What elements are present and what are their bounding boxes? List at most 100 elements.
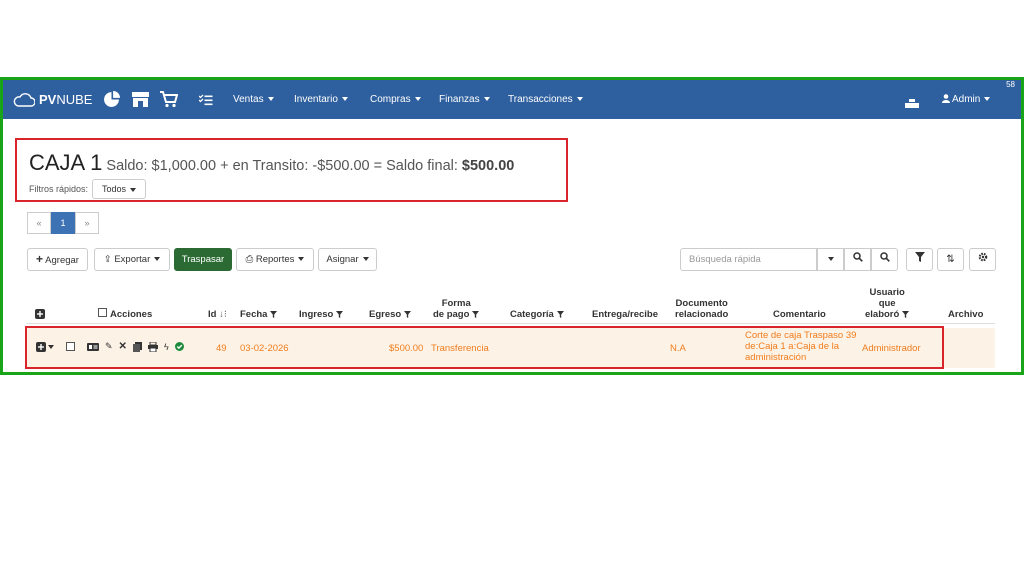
header-ingreso[interactable]: Ingreso — [299, 309, 344, 320]
chevron-down-icon — [341, 97, 348, 102]
saldo-final: $500.00 — [461, 158, 515, 174]
page-current[interactable]: 1 — [51, 212, 75, 234]
export-icon: ⇪ — [103, 254, 112, 265]
cell-usuario: Administrador — [862, 343, 921, 354]
asignar-button[interactable]: Asignar — [318, 248, 377, 271]
sort-desc-icon: ↓⁝ — [219, 309, 227, 320]
chevron-down-icon — [154, 257, 161, 262]
store-icon[interactable] — [131, 91, 150, 113]
header-acciones: Acciones — [110, 309, 153, 320]
print-icon: ⎙ — [245, 254, 254, 265]
copy-icon[interactable] — [132, 341, 142, 352]
cell-fecha: 03-02-2026 — [240, 343, 289, 354]
menu-transacciones[interactable]: Transacciones — [508, 94, 583, 105]
saldo-text: Saldo: $1,000.00 + en Transito: -$500.00… — [102, 158, 462, 174]
filter-icon[interactable] — [556, 310, 564, 318]
header-usuario[interactable]: Usuario que elaboró — [865, 287, 910, 320]
corner-counter: 58 — [1006, 80, 1015, 89]
advanced-search-button[interactable] — [871, 248, 898, 271]
menu-compras[interactable]: Compras — [370, 94, 421, 105]
settings-button[interactable] — [969, 248, 996, 271]
search-dropdown-button[interactable] — [817, 248, 844, 271]
sort-icon: ⇅ — [946, 254, 955, 265]
check-circle-icon[interactable] — [174, 342, 184, 351]
chevron-down-icon — [130, 187, 137, 192]
cell-comentario: Corte de caja Traspaso 39 de:Caja 1 a:Ca… — [745, 330, 857, 363]
cell-egreso: $500.00 — [389, 343, 424, 354]
plus-icon: + — [36, 252, 44, 266]
pencil-icon[interactable]: ✎ — [105, 341, 113, 352]
gear-icon — [978, 252, 987, 262]
filter-icon[interactable] — [472, 310, 480, 318]
cart-icon[interactable] — [160, 91, 179, 113]
reportes-button[interactable]: ⎙ Reportes — [236, 248, 314, 271]
menu-ventas[interactable]: Ventas — [233, 94, 274, 105]
delete-icon[interactable]: ✕ — [119, 341, 127, 352]
expand-all-icon[interactable] — [35, 309, 45, 322]
search-plus-icon — [879, 252, 890, 262]
id-card-icon[interactable] — [87, 342, 99, 351]
top-navbar: PV NUBE Ventas Inventario Compras Finanza… — [3, 80, 1021, 119]
filter-icon — [914, 252, 925, 262]
cell-forma-pago: Transferencia — [431, 343, 489, 354]
caja-title: CAJA 1 — [29, 150, 103, 175]
chevron-down-icon — [267, 97, 274, 102]
filtro-rapido-dropdown[interactable]: Todos — [92, 179, 146, 199]
header-fecha[interactable]: Fecha — [240, 309, 278, 320]
row-expand-button[interactable] — [36, 341, 60, 352]
header-id[interactable]: Id ↓⁝ — [208, 309, 227, 320]
cell-id[interactable]: 49 — [216, 343, 227, 354]
exportar-button[interactable]: ⇪ Exportar — [94, 248, 170, 271]
bolt-icon[interactable]: ϟ — [164, 342, 169, 352]
chevron-down-icon — [298, 257, 305, 262]
print-icon[interactable] — [147, 341, 158, 352]
logo-nube: NUBE — [56, 92, 93, 107]
search-input[interactable]: Búsqueda rápida — [680, 248, 817, 271]
row-actions: ✎ ✕ ϟ — [36, 341, 190, 352]
chevron-down-icon — [483, 97, 490, 102]
chevron-down-icon — [576, 97, 583, 102]
filter-icon[interactable] — [404, 310, 412, 318]
chevron-down-icon — [414, 97, 421, 102]
header-categoria[interactable]: Categoría — [510, 309, 564, 320]
header-entrega-recibe: Entrega/recibe — [592, 309, 658, 320]
pagination: « 1 » — [27, 212, 99, 234]
logo[interactable]: PV NUBE — [13, 92, 92, 107]
filter-button[interactable] — [906, 248, 933, 271]
page-prev[interactable]: « — [27, 212, 51, 234]
checklist-icon[interactable] — [198, 93, 213, 111]
user-menu[interactable]: Admin — [942, 94, 991, 105]
app-frame: PV NUBE Ventas Inventario Compras Finanza… — [0, 77, 1024, 375]
cloud-icon — [13, 92, 35, 107]
search-icon — [852, 252, 863, 262]
page-next[interactable]: » — [75, 212, 99, 234]
search-button[interactable] — [844, 248, 871, 271]
filter-icon[interactable] — [270, 310, 278, 318]
filtros-label: Filtros rápidos: — [29, 184, 89, 194]
chevron-down-icon — [827, 257, 834, 262]
header-egreso[interactable]: Egreso — [369, 309, 412, 320]
header-divider — [27, 323, 995, 324]
chevron-down-icon — [984, 97, 991, 102]
chevron-down-icon — [362, 257, 369, 262]
cash-register-icon[interactable] — [905, 95, 919, 113]
logo-pv: PV — [39, 92, 57, 107]
cell-documento[interactable]: N.A — [670, 343, 686, 354]
menu-finanzas[interactable]: Finanzas — [439, 94, 490, 105]
select-all-checkbox[interactable] — [98, 308, 107, 319]
agregar-button[interactable]: + Agregar — [27, 248, 88, 271]
pie-chart-icon[interactable] — [103, 91, 120, 113]
header-documento: Documento relacionado — [675, 298, 729, 320]
user-icon — [942, 94, 950, 103]
header-archivo: Archivo — [948, 309, 984, 320]
header-forma-pago[interactable]: Forma de pago — [433, 298, 480, 320]
traspasar-button[interactable]: Traspasar — [174, 248, 232, 271]
sort-button[interactable]: ⇅ — [937, 248, 964, 271]
menu-inventario[interactable]: Inventario — [294, 94, 348, 105]
caja-summary: CAJA 1 Saldo: $1,000.00 + en Transito: -… — [15, 138, 568, 202]
filter-icon[interactable] — [336, 310, 344, 318]
row-checkbox[interactable] — [66, 342, 81, 351]
filter-icon[interactable] — [902, 310, 910, 318]
header-comentario: Comentario — [773, 309, 826, 320]
summary-line: CAJA 1 Saldo: $1,000.00 + en Transito: -… — [29, 150, 514, 176]
